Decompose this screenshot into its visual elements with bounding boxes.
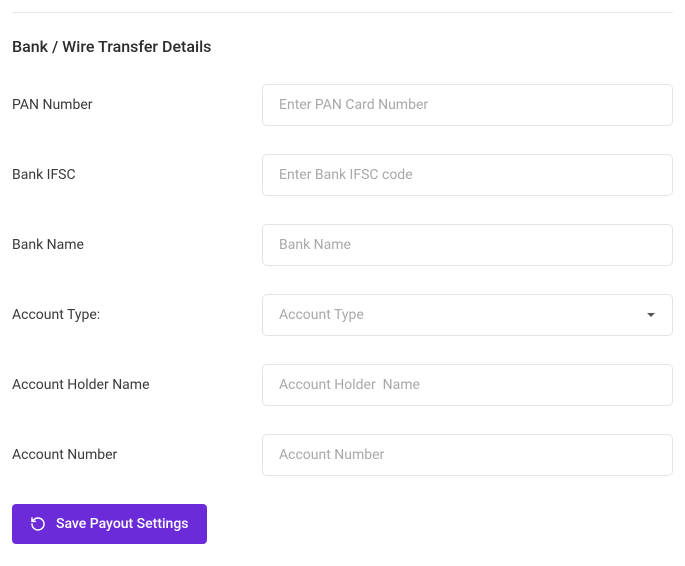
ifsc-label: Bank IFSC xyxy=(12,167,262,183)
save-payout-settings-button[interactable]: Save Payout Settings xyxy=(12,504,207,544)
save-button-label: Save Payout Settings xyxy=(56,516,189,532)
form-row-pan: PAN Number xyxy=(12,84,673,126)
form-row-bank-name: Bank Name xyxy=(12,224,673,266)
form-row-account-type: Account Type: Account Type xyxy=(12,294,673,336)
form-row-ifsc: Bank IFSC xyxy=(12,154,673,196)
bank-name-input[interactable] xyxy=(262,224,673,266)
section-title: Bank / Wire Transfer Details xyxy=(12,37,673,56)
account-type-label: Account Type: xyxy=(12,307,262,323)
pan-label: PAN Number xyxy=(12,97,262,113)
form-row-account-holder: Account Holder Name xyxy=(12,364,673,406)
pan-input[interactable] xyxy=(262,84,673,126)
section-divider xyxy=(12,12,673,13)
bank-name-label: Bank Name xyxy=(12,237,262,253)
account-holder-input[interactable] xyxy=(262,364,673,406)
account-type-select[interactable]: Account Type xyxy=(262,294,673,336)
account-number-input[interactable] xyxy=(262,434,673,476)
ifsc-input[interactable] xyxy=(262,154,673,196)
account-holder-label: Account Holder Name xyxy=(12,377,262,393)
form-row-account-number: Account Number xyxy=(12,434,673,476)
refresh-icon xyxy=(30,516,46,532)
account-number-label: Account Number xyxy=(12,447,262,463)
